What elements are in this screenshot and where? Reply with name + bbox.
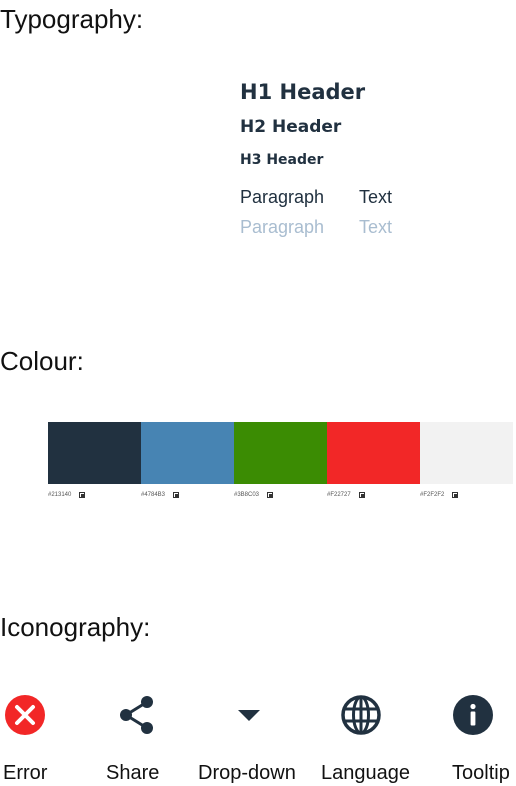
- copy-icon[interactable]: [267, 492, 274, 498]
- paragraph-sample-light: Paragraph Text: [240, 217, 500, 238]
- text-label: Text: [359, 187, 393, 207]
- swatch-green: [234, 422, 327, 484]
- h1-header-sample: H1 Header: [240, 80, 366, 104]
- hex-code: #4784B3: [141, 492, 166, 498]
- copy-icon[interactable]: [358, 492, 365, 498]
- language-icon: [341, 695, 381, 735]
- hex-code: #F2F2F2: [420, 492, 445, 498]
- hex-item: #F2F2F2: [420, 492, 513, 498]
- error-label: Error: [3, 762, 48, 784]
- colour-palette: [48, 422, 513, 484]
- text-label: Text: [359, 217, 393, 237]
- share-icon: [120, 696, 153, 734]
- hex-item: #4784B3: [141, 492, 234, 498]
- dropdown-icon: [238, 710, 260, 721]
- copy-icon[interactable]: [173, 492, 180, 498]
- hex-item: #213140: [48, 492, 141, 498]
- swatch-navy: [48, 422, 141, 484]
- language-label: Language: [321, 762, 410, 784]
- copy-icon[interactable]: [79, 492, 86, 498]
- hex-item: #F22727: [327, 492, 420, 498]
- share-label: Share: [106, 762, 160, 784]
- typography-title: Typography:: [0, 4, 144, 34]
- error-icon: [5, 695, 45, 735]
- hex-code: #213140: [48, 492, 72, 498]
- colour-title: Colour:: [0, 346, 84, 376]
- h3-header-sample: H3 Header: [240, 152, 324, 168]
- swatch-blue: [141, 422, 234, 484]
- copy-icon[interactable]: [452, 492, 459, 498]
- paragraph-sample-dark: Paragraph Text: [240, 187, 500, 208]
- iconography-title: Iconography:: [0, 612, 151, 642]
- h2-header-sample: H2 Header: [240, 117, 342, 137]
- swatch-light-grey: [420, 422, 513, 484]
- hex-code: #F22727: [327, 492, 351, 498]
- swatch-red: [327, 422, 420, 484]
- tooltip-icon: [453, 695, 493, 735]
- hex-code: #3B8C03: [234, 492, 260, 498]
- hex-item: #3B8C03: [234, 492, 327, 498]
- dropdown-label: Drop-down: [198, 762, 296, 784]
- tooltip-label: Tooltip: [452, 762, 510, 784]
- paragraph-label: Paragraph: [240, 217, 325, 237]
- colour-hex-labels: #213140 #4784B3 #3B8C03 #F22727 #F2F2F2: [48, 492, 513, 498]
- paragraph-label: Paragraph: [240, 187, 325, 207]
